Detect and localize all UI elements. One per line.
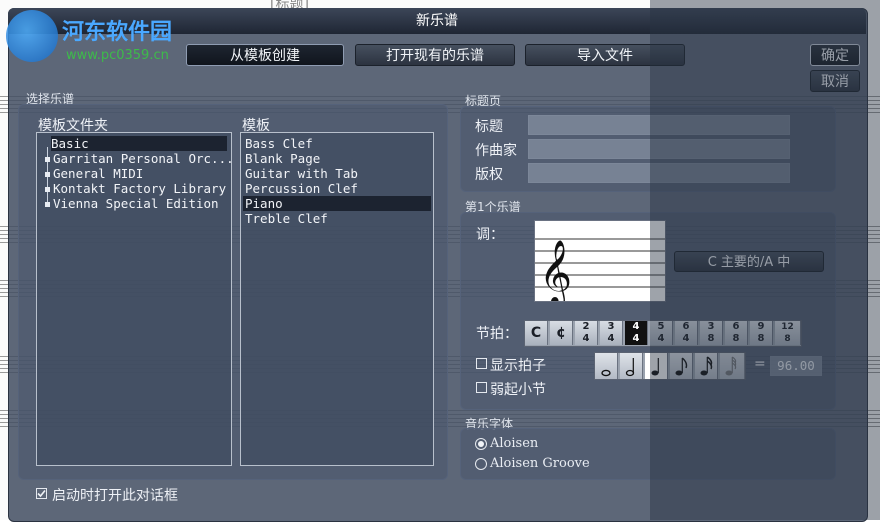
template-percussion-clef[interactable]: Percussion Clef [245, 181, 358, 196]
note-value-strip [594, 352, 746, 380]
key-preview-staff: 𝄞 [535, 238, 665, 307]
title-label: 标题 [475, 119, 503, 135]
time-sig-2-4[interactable]: 24 [575, 321, 598, 345]
startup-checkbox[interactable] [36, 488, 47, 499]
pickup-measure-label: 弱起小节 [490, 382, 546, 398]
tree-node-icon [45, 202, 50, 207]
folder-garritan[interactable]: Garritan Personal Orc... [53, 151, 234, 166]
whole-note-icon[interactable] [595, 353, 618, 379]
template-treble-clef[interactable]: Treble Clef [245, 211, 328, 226]
pickup-measure-checkbox[interactable] [476, 382, 487, 393]
time-sig-common[interactable]: C [525, 321, 548, 345]
copyright-input[interactable] [528, 163, 790, 183]
template-blank-page[interactable]: Blank Page [245, 151, 320, 166]
tempo-input[interactable]: 96.00 [770, 356, 822, 376]
time-sig-12-8[interactable]: 12 8 [775, 321, 801, 345]
folders-list[interactable]: Basic Garritan Personal Orc... General M… [36, 132, 234, 466]
watermark-site-url: www.pc0359.cn [66, 48, 169, 63]
show-beat-checkbox[interactable] [476, 358, 487, 369]
watermark-logo-icon [6, 10, 58, 62]
tree-node-icon [45, 157, 50, 162]
time-sig-4-4[interactable]: 44 [625, 321, 648, 345]
startup-label: 启动时打开此对话框 [52, 488, 178, 504]
key-preview[interactable]: 𝄞 [534, 220, 666, 307]
font-aloisen-radio[interactable] [475, 438, 487, 450]
tab-from-template[interactable]: 从模板创建 [186, 44, 344, 66]
time-sig-5-4[interactable]: 54 [650, 321, 673, 345]
thirty-second-note-icon[interactable] [720, 353, 745, 379]
time-sig-cut[interactable]: ¢ [550, 321, 573, 345]
quarter-note-icon[interactable] [645, 353, 668, 379]
key-label: 调： [476, 227, 504, 243]
composer-input[interactable] [528, 139, 790, 159]
folder-vienna[interactable]: Vienna Special Edition [53, 196, 219, 211]
tree-node-icon [45, 172, 50, 177]
font-aloisen-groove-label[interactable]: Aloisen Groove [490, 456, 590, 471]
ok-button[interactable]: 确定 [810, 44, 860, 66]
time-label: 节拍： [476, 326, 518, 342]
template-piano[interactable]: Piano [243, 196, 431, 211]
time-signature-strip: C ¢ 24 34 44 54 64 38 68 98 12 8 [524, 320, 802, 347]
time-sig-6-8[interactable]: 68 [725, 321, 748, 345]
tab-import-file[interactable]: 导入文件 [525, 44, 685, 66]
time-sig-3-4[interactable]: 34 [600, 321, 623, 345]
sixteenth-note-icon[interactable] [695, 353, 718, 379]
tab-open-existing[interactable]: 打开现有的乐谱 [355, 44, 515, 66]
key-select-button[interactable]: C 主要的/A 中 [674, 251, 824, 272]
watermark-site-name: 河东软件园 [62, 20, 173, 45]
treble-clef-icon: 𝄞 [539, 240, 572, 301]
radio-dot [478, 441, 484, 447]
time-sig-6-4[interactable]: 64 [675, 321, 698, 345]
font-aloisen-groove-radio[interactable] [475, 458, 487, 470]
tree-node-icon [45, 187, 50, 192]
time-sig-9-8[interactable]: 98 [750, 321, 773, 345]
composer-label: 作曲家 [475, 143, 517, 159]
font-aloisen-label[interactable]: Aloisen [490, 436, 538, 451]
time-sig-3-8[interactable]: 38 [700, 321, 723, 345]
template-bass-clef[interactable]: Bass Clef [245, 136, 313, 151]
half-note-icon[interactable] [620, 353, 643, 379]
tree-line [47, 147, 48, 207]
show-beat-label: 显示拍子 [490, 358, 546, 374]
tempo-equals: = [754, 356, 766, 372]
folder-basic[interactable]: Basic [51, 136, 227, 151]
template-guitar-tab[interactable]: Guitar with Tab [245, 166, 358, 181]
cancel-button[interactable]: 取消 [810, 70, 860, 92]
templates-list[interactable]: Bass Clef Blank Page Guitar with Tab Per… [240, 132, 434, 466]
folder-kontakt[interactable]: Kontakt Factory Library [53, 181, 226, 196]
eighth-note-icon[interactable] [670, 353, 693, 379]
title-input[interactable] [528, 115, 790, 135]
copyright-label: 版权 [475, 167, 503, 183]
folder-general-midi[interactable]: General MIDI [53, 166, 143, 181]
